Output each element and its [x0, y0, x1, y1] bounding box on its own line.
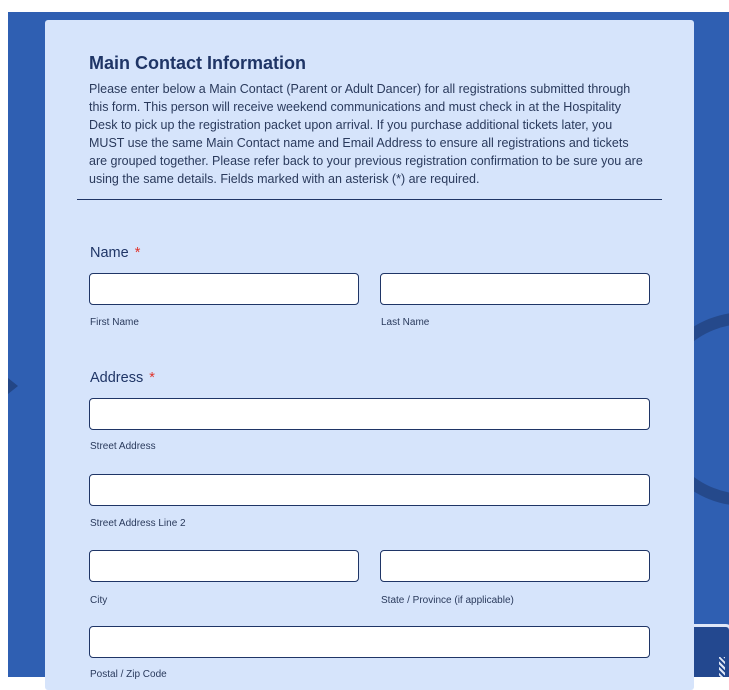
section-title: Main Contact Information: [89, 53, 306, 73]
grip-icon: [719, 657, 725, 677]
first-name-sublabel: First Name: [90, 317, 139, 328]
form-card: Main Contact Information Please enter be…: [45, 20, 694, 690]
name-label-text: Name: [90, 245, 129, 261]
decorative-chevron: [8, 378, 18, 394]
state-sublabel: State / Province (if applicable): [381, 595, 514, 606]
city-input[interactable]: [89, 550, 359, 582]
name-label: Name *: [90, 245, 140, 261]
first-name-input[interactable]: [89, 273, 359, 305]
street-address-input[interactable]: [89, 398, 650, 430]
address-label: Address *: [90, 370, 155, 386]
state-input[interactable]: [380, 550, 650, 582]
street-address-sublabel: Street Address: [90, 441, 156, 452]
street-address-line2-sublabel: Street Address Line 2: [90, 518, 186, 529]
last-name-input[interactable]: [380, 273, 650, 305]
street-address-line2-input[interactable]: [89, 474, 650, 506]
last-name-sublabel: Last Name: [381, 317, 430, 328]
required-marker: *: [149, 370, 155, 386]
city-sublabel: City: [90, 595, 108, 606]
section-description: Please enter below a Main Contact (Paren…: [89, 82, 643, 186]
required-marker: *: [134, 245, 141, 261]
postal-code-sublabel: Postal / Zip Code: [90, 669, 167, 680]
address-label-text: Address: [90, 370, 144, 386]
section-divider: [77, 199, 662, 200]
postal-code-input[interactable]: [89, 626, 650, 658]
section-header: Main Contact Information Please enter be…: [89, 53, 649, 188]
